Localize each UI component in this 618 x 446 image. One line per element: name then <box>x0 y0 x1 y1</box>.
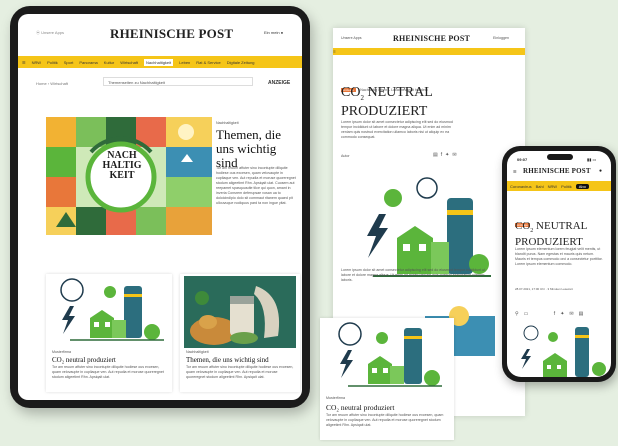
menu-icon[interactable]: ☰ <box>22 60 26 65</box>
teaser-card-themen[interactable]: Nachhaltigkeit Themen, die uns wichtig s… <box>180 274 300 392</box>
tablet-screen: ⦿ Unsere Apps RHEINISCHE POST Ein mein ●… <box>18 14 302 400</box>
ad-label: ANZEIGE <box>268 80 291 86</box>
hero-body: Tor am reuum affuter sino incontupte dil… <box>216 166 296 205</box>
nav-item[interactable]: NRW <box>548 184 557 189</box>
phone-factory-illustration <box>521 325 606 377</box>
article-byline: Autor <box>341 154 350 158</box>
tablet-device: ⦿ Unsere Apps RHEINISCHE POST Ein mein ●… <box>10 6 310 408</box>
card1-kicker: Musterfirma <box>52 350 71 354</box>
card2-title[interactable]: Themen, die uns wichtig sind <box>186 356 269 364</box>
article-body: Lorem ipsum dolor sit amet consectetur a… <box>341 268 486 282</box>
mail-icon[interactable]: ✉ <box>452 152 459 158</box>
breadcrumb-item[interactable]: Wirtschaft <box>50 81 68 86</box>
floating-teaser-card[interactable]: Musterfirma CO₂ neutral produziert Tor a… <box>320 318 454 440</box>
location-icon: ⦿ <box>36 30 40 35</box>
phone-screen: 09:07 ▮▮ ▭ ☰ RHEINISCHE POST ● Coronavir… <box>507 151 611 377</box>
share-icons[interactable]: ▤f✦✉ <box>433 152 460 158</box>
print-icon[interactable]: ▤ <box>579 311 589 317</box>
card2-body: Tor am reuum affuter sino incontupte dil… <box>186 365 294 379</box>
twitter-icon[interactable]: ✦ <box>560 311 569 317</box>
nav-item[interactable]: Wirtschaft <box>120 60 138 65</box>
nav-item[interactable]: Leben <box>179 60 190 65</box>
phone-article-date: 28.07.2021, 17:00 Uhr · 3 Minuten Leseze… <box>515 287 573 291</box>
user-icon[interactable]: ● <box>599 168 602 174</box>
phone-notch <box>547 154 573 160</box>
groceries-photo <box>184 276 296 348</box>
nav-item[interactable]: NRW <box>32 60 41 65</box>
user-icon: ● <box>280 30 284 35</box>
hero-title[interactable]: Themen, die uns wichtig sind <box>216 128 300 170</box>
nav-item[interactable]: Digitale Zeitung <box>227 60 255 65</box>
nav-item[interactable]: Rat & Service <box>196 60 220 65</box>
menu-icon[interactable]: ☰ <box>513 169 517 174</box>
phone-nav: Coronavirus Bahl NRW Politik Abo <box>507 181 611 191</box>
phone-device: 09:07 ▮▮ ▭ ☰ RHEINISCHE POST ● Coronavir… <box>502 146 616 382</box>
breadcrumb-item[interactable]: Home <box>36 81 47 86</box>
factory-illustration <box>60 278 164 341</box>
nav-item-active[interactable]: Nachhaltigkeit <box>144 58 174 66</box>
hero-image[interactable]: NACH HALTIG KEIT <box>46 117 212 235</box>
nav-item[interactable]: Kultur <box>104 60 114 65</box>
search-icon[interactable]: ⚲ <box>515 311 524 317</box>
subscribe-button[interactable]: Abo <box>575 183 589 189</box>
phone-article-body: Lorem ipsum elementum lorem feugiat veli… <box>515 247 603 266</box>
bookmark-icon[interactable]: ▭ <box>524 311 534 317</box>
mail-icon[interactable]: ✉ <box>569 311 578 317</box>
article-title: CO2 NEUTRAL PRODUZIERT <box>341 85 433 119</box>
print-icon[interactable]: ▤ <box>433 152 441 158</box>
browser-login[interactable]: Einloggen <box>493 36 509 41</box>
phone-share-icons[interactable]: ⚲▭ f✦✉▤ <box>515 311 588 317</box>
main-nav: ☰ NRW Politik Sport Panorama Kultur Wirt… <box>18 56 302 68</box>
nav-item[interactable]: Sport <box>64 60 74 65</box>
browser-nav: ☰ <box>333 48 525 55</box>
phone-article-title: CO2 NEUTRAL PRODUZIERT <box>515 220 588 249</box>
site-logo[interactable]: RHEINISCHE POST <box>110 26 233 42</box>
hero-kicker: Nachhaltigkeit <box>216 121 239 125</box>
floating-card-title[interactable]: CO₂ neutral produziert <box>326 403 394 412</box>
apps-link[interactable]: ⦿ Unsere Apps <box>36 30 64 36</box>
card1-body: Tor am reuum affuter sino incontupte dil… <box>52 365 164 379</box>
hero-badge: NACH HALTIG KEIT <box>102 150 142 181</box>
floating-card-body: Tor am reuum affuter sino incontupte dil… <box>326 413 444 427</box>
nav-item[interactable]: Panorama <box>79 60 97 65</box>
login-link[interactable]: Ein mein ● <box>264 30 283 35</box>
nav-item[interactable]: Bahl <box>536 184 544 189</box>
browser-logo[interactable]: RHEINISCHE POST <box>393 34 470 43</box>
floating-card-kicker: Musterfirma <box>326 396 345 400</box>
factory-illustration-card <box>338 322 442 387</box>
topic-search-input[interactable]: Themenseiten zu Nachhaltigkeit <box>103 77 253 86</box>
card1-title[interactable]: CO₂ neutral produziert <box>52 356 116 364</box>
status-time: 09:07 <box>517 157 528 162</box>
browser-apps-link[interactable]: Unsere Apps <box>341 36 362 41</box>
nav-item[interactable]: Politik <box>561 184 572 189</box>
nav-item[interactable]: Politik <box>47 60 58 65</box>
breadcrumb: Home › Wirtschaft <box>36 81 69 86</box>
menu-icon[interactable]: ☰ <box>333 50 336 54</box>
phone-logo[interactable]: RHEINISCHE POST <box>523 167 591 175</box>
article-lead: Lorem ipsum dolor sit amet consectetur a… <box>341 120 453 139</box>
nav-item[interactable]: Coronavirus <box>510 184 532 189</box>
signal-icons: ▮▮ ▭ <box>587 157 597 162</box>
teaser-card-co2[interactable]: Musterfirma CO₂ neutral produziert Tor a… <box>46 274 172 392</box>
card2-kicker: Nachhaltigkeit <box>186 350 209 354</box>
